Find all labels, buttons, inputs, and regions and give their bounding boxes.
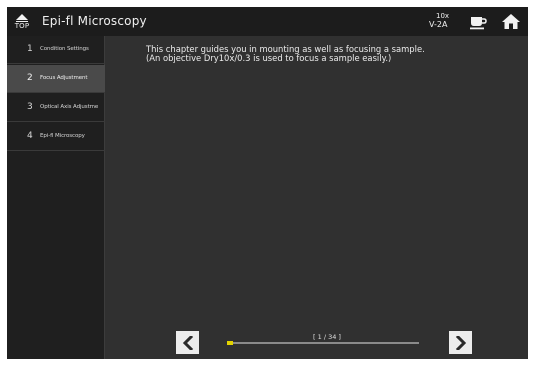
chevron-left-icon xyxy=(182,335,193,350)
sidebar-item-optical-axis-adjustment[interactable]: 3 Optical Axis Adjustme xyxy=(7,94,105,122)
objective-name: 2A xyxy=(436,20,448,29)
objective-magnification: 10x xyxy=(436,12,450,20)
sidebar-item-condition-settings[interactable]: 1 Condition Settings xyxy=(7,36,105,64)
sidebar-item-focus-adjustment[interactable]: 2 Focus Adjustment xyxy=(7,65,105,93)
top-arrow-icon xyxy=(16,13,28,22)
description-line-2: (An objective Dry10x/0.3 is used to focu… xyxy=(146,53,392,63)
objective-label: V-2A xyxy=(429,20,448,29)
title-bar: TOP Epi-fl Microscopy 10x V-2A xyxy=(7,7,528,36)
chapter-sidebar: 1 Condition Settings 2 Focus Adjustment … xyxy=(7,36,105,359)
app-window: TOP Epi-fl Microscopy 10x V-2A 1 Conditi… xyxy=(7,7,528,359)
sidebar-item-number: 2 xyxy=(27,73,33,83)
next-page-button[interactable] xyxy=(449,331,472,354)
objective-indicator[interactable]: 10x V-2A xyxy=(427,11,457,33)
page-progress-fill xyxy=(227,341,233,345)
sidebar-item-epi-fl-microscopy[interactable]: 4 Epi-fl Microscopy xyxy=(7,123,105,151)
sidebar-item-number: 1 xyxy=(27,44,33,54)
sidebar-item-number: 3 xyxy=(27,102,33,112)
objective-prefix: V xyxy=(429,20,435,29)
sidebar-item-label: Focus Adjustment xyxy=(40,75,88,81)
page-indicator: [ 1 / 34 ] xyxy=(313,333,341,341)
top-button[interactable]: TOP xyxy=(11,9,33,34)
previous-page-button[interactable] xyxy=(176,331,199,354)
sidebar-item-label: Optical Axis Adjustme xyxy=(40,104,99,110)
sidebar-item-number: 4 xyxy=(27,131,33,141)
sidebar-item-label: Epi-fl Microscopy xyxy=(40,133,85,139)
page-progress-bar[interactable] xyxy=(227,341,419,345)
coffee-cup-icon[interactable] xyxy=(468,12,488,32)
top-label: TOP xyxy=(14,21,30,30)
page-title: Epi-fl Microscopy xyxy=(42,14,147,28)
home-icon[interactable] xyxy=(501,12,521,32)
sidebar-item-label: Condition Settings xyxy=(40,46,89,52)
chevron-right-icon xyxy=(455,335,466,350)
chapter-description: This chapter guides you in mounting as w… xyxy=(146,45,516,63)
